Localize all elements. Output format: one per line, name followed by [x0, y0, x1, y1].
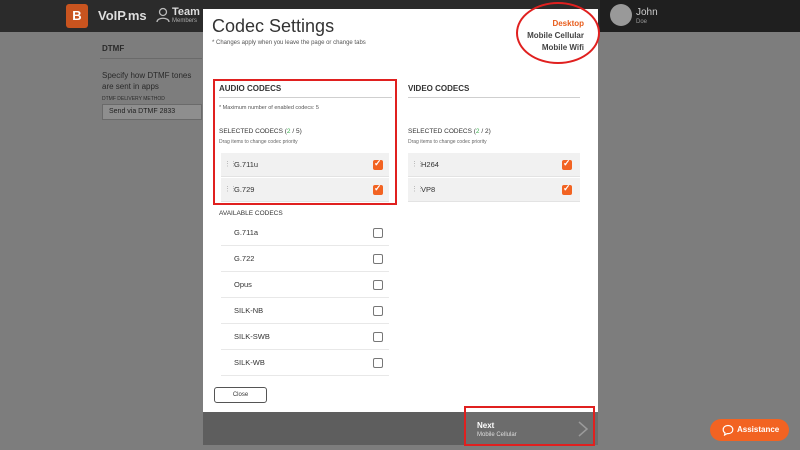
- tab-mobile-cellular[interactable]: Mobile Cellular: [527, 30, 584, 42]
- codec-checkbox[interactable]: [373, 358, 383, 368]
- chat-bubble-icon: [722, 424, 734, 436]
- divider: [408, 97, 580, 98]
- nav-team-title[interactable]: Team: [172, 6, 200, 18]
- video-selected-heading: SELECTED CODECS (2 / 2): [408, 128, 491, 135]
- audio-selected-heading: SELECTED CODECS (2 / 5): [219, 128, 302, 135]
- codec-checkbox[interactable]: [373, 280, 383, 290]
- codec-name: SILK-WB: [234, 358, 265, 367]
- codec-name: G.711a: [234, 228, 259, 237]
- codec-checkbox[interactable]: [562, 158, 572, 170]
- user-last-name: Doe: [636, 19, 648, 25]
- codec-checkbox[interactable]: [373, 158, 383, 170]
- available-codec-g722[interactable]: G.722: [221, 246, 389, 272]
- available-codec-silk-nb[interactable]: SILK-NB: [221, 298, 389, 324]
- tab-mobile-wifi[interactable]: Mobile Wifi: [527, 42, 584, 54]
- available-codec-silk-wb[interactable]: SILK-WB: [221, 350, 389, 376]
- codec-name: SILK-SWB: [234, 332, 270, 341]
- available-codec-silk-swb[interactable]: SILK-SWB: [221, 324, 389, 350]
- chevron-right-icon: [578, 421, 589, 437]
- team-members-icon: [156, 7, 170, 23]
- avatar[interactable]: [610, 4, 632, 26]
- divider: [219, 97, 392, 98]
- available-codecs-heading: AVAILABLE CODECS: [219, 210, 283, 217]
- codec-checkbox[interactable]: [373, 183, 383, 195]
- codec-name: G.722: [234, 254, 255, 263]
- modal-title: Codec Settings: [212, 16, 335, 36]
- brand-name: VoIP.ms: [98, 8, 147, 23]
- max-codecs-note: * Maximum number of enabled codecs: 5: [219, 105, 319, 111]
- codec-name: VP8: [421, 185, 436, 194]
- assistance-label: Assistance: [737, 425, 780, 434]
- codec-name: H264: [421, 160, 439, 169]
- close-button[interactable]: Close: [214, 387, 267, 403]
- device-tabs: Desktop Mobile Cellular Mobile Wifi: [527, 18, 584, 54]
- modal-note: * Changes apply when you leave the page …: [212, 40, 366, 46]
- dtmf-section-title: DTMF: [102, 44, 125, 53]
- user-first-name: John: [636, 7, 658, 18]
- codec-checkbox[interactable]: [373, 332, 383, 342]
- codec-name: G.711u: [234, 160, 259, 169]
- audio-drag-note: Drag items to change codec priority: [219, 139, 298, 145]
- next-button-label: Next: [477, 421, 495, 430]
- codec-checkbox[interactable]: [562, 183, 572, 195]
- codec-checkbox[interactable]: [373, 254, 383, 264]
- available-codec-opus[interactable]: Opus: [221, 272, 389, 298]
- assistance-button[interactable]: Assistance: [710, 419, 789, 441]
- codec-settings-modal: Codec Settings * Changes apply when you …: [203, 9, 598, 445]
- codec-name: Opus: [234, 280, 252, 289]
- available-codec-g711a[interactable]: G.711a: [221, 220, 389, 246]
- codec-name: G.729: [234, 185, 255, 194]
- video-drag-note: Drag items to change codec priority: [408, 139, 487, 145]
- divider: [100, 58, 202, 59]
- brand-logo-icon: B: [66, 4, 88, 28]
- audio-selected-codec-g711u[interactable]: ⋮⋮ G.711u: [221, 153, 389, 177]
- dtmf-method-select: Send via DTMF 2833: [102, 104, 202, 120]
- codec-checkbox[interactable]: [373, 306, 383, 316]
- codec-name: SILK-NB: [234, 306, 264, 315]
- next-button-sublabel: Mobile Cellular: [477, 432, 517, 438]
- video-selected-codec-h264[interactable]: ⋮⋮ H264: [408, 153, 580, 177]
- video-selected-codec-vp8[interactable]: ⋮⋮ VP8: [408, 178, 580, 202]
- audio-selected-codec-g729[interactable]: ⋮⋮ G.729: [221, 178, 389, 202]
- next-button[interactable]: Next Mobile Cellular: [466, 412, 598, 445]
- tab-desktop[interactable]: Desktop: [527, 18, 584, 30]
- video-codecs-heading: VIDEO CODECS: [408, 84, 470, 93]
- dtmf-description: Specify how DTMF tones are sent in apps: [102, 71, 192, 91]
- dtmf-method-label: DTMF DELIVERY METHOD: [102, 96, 165, 102]
- audio-codecs-heading: AUDIO CODECS: [219, 84, 282, 93]
- nav-team-subtitle: Members: [172, 18, 198, 24]
- modal-footer: Next Mobile Cellular: [203, 412, 598, 445]
- codec-checkbox[interactable]: [373, 228, 383, 238]
